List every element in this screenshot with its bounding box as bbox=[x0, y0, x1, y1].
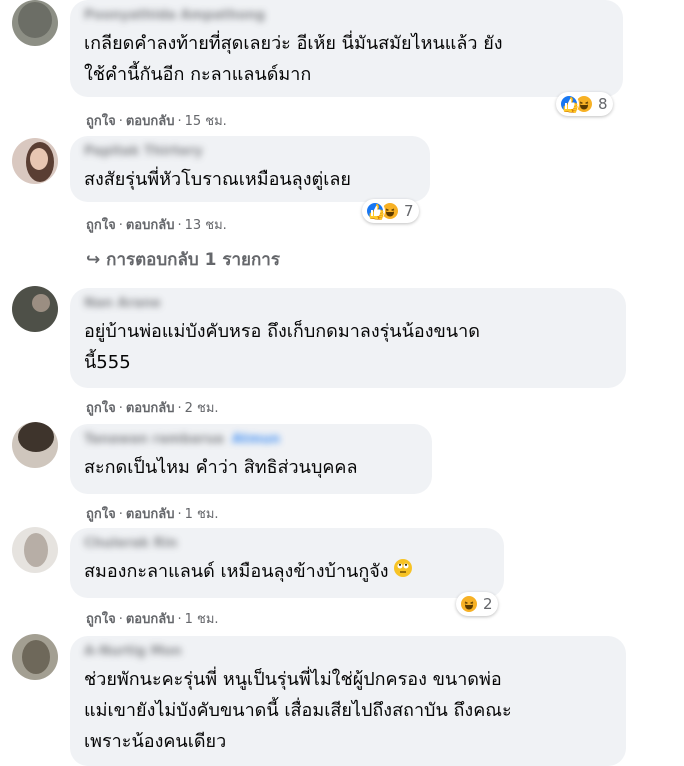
reply-link[interactable]: ตอบกลับ bbox=[126, 218, 175, 233]
like-icon bbox=[559, 94, 579, 114]
commenter-name[interactable]: Nan Arane bbox=[84, 296, 612, 312]
view-replies-link[interactable]: ↪ การตอบกลับ 1 รายการ bbox=[86, 246, 280, 273]
commenter-name[interactable]: A-Nurtig Mon bbox=[84, 644, 612, 660]
commenter-name[interactable]: Papitak Thirtery bbox=[84, 144, 416, 160]
comment-actions: ถูกใจ · ตอบกลับ · 1 ชม. bbox=[86, 612, 219, 627]
commenter-name-text[interactable]: Tanawan rambarua bbox=[84, 432, 224, 447]
comment-text: ช่วยพักนะคะรุ่นพี่ หนูเป็นรุ่นพี่ไม่ใช่ผ… bbox=[84, 669, 512, 752]
like-link[interactable]: ถูกใจ bbox=[86, 612, 116, 627]
like-link[interactable]: ถูกใจ bbox=[86, 507, 116, 522]
comment-actions: ถูกใจ · ตอบกลับ · 1 ชม. bbox=[86, 507, 219, 522]
reply-link[interactable]: ตอบกลับ bbox=[126, 114, 175, 129]
comment-bubble: Chulerak Rin สมองกะลาแลนด์ เหมือนลุงข้าง… bbox=[70, 528, 504, 598]
comment-actions: ถูกใจ · ตอบกลับ · 13 ชม. bbox=[86, 218, 227, 233]
avatar[interactable] bbox=[12, 286, 58, 332]
avatar[interactable] bbox=[12, 0, 58, 46]
reaction-count: 7 bbox=[404, 202, 414, 220]
haha-icon bbox=[459, 594, 479, 614]
avatar[interactable] bbox=[12, 422, 58, 468]
avatar[interactable] bbox=[12, 138, 58, 184]
comment-text: สมองกะลาแลนด์ เหมือนลุงข้างบ้านกูจัง bbox=[84, 556, 490, 588]
like-link[interactable]: ถูกใจ bbox=[86, 401, 116, 416]
reply-link[interactable]: ตอบกลับ bbox=[126, 612, 175, 627]
comment-bubble: Nan Arane อยู่บ้านพ่อแม่บังคับหรอ ถึงเก็… bbox=[70, 288, 626, 388]
comment-text: อยู่บ้านพ่อแม่บังคับหรอ ถึงเก็บกดมาลงรุ่… bbox=[84, 321, 480, 373]
timestamp[interactable]: 2 ชม. bbox=[185, 401, 219, 416]
comment-bubble: A-Nurtig Mon ช่วยพักนะคะรุ่นพี่ หนูเป็นร… bbox=[70, 636, 626, 766]
reply-link[interactable]: ตอบกลับ bbox=[126, 401, 175, 416]
reaction-count: 2 bbox=[483, 595, 493, 613]
comment-text: สงสัยรุ่นพี่หัวโบราณเหมือนลุงตู่เลย bbox=[84, 169, 351, 190]
like-link[interactable]: ถูกใจ bbox=[86, 218, 116, 233]
comment-bubble: Poonyathida Ampathong เกลียดคำลงท้ายที่ส… bbox=[70, 0, 623, 97]
tagged-user[interactable]: Atmun bbox=[232, 432, 280, 447]
reaction-summary[interactable]: 8 bbox=[556, 92, 613, 116]
reaction-summary[interactable]: 7 bbox=[362, 199, 419, 223]
commenter-name[interactable]: Chulerak Rin bbox=[84, 536, 490, 552]
timestamp[interactable]: 13 ชม. bbox=[185, 218, 227, 233]
avatar[interactable] bbox=[12, 634, 58, 680]
comment-text: สะกดเป็นไหม คำว่า สิทธิส่วนบุคคล bbox=[84, 457, 358, 478]
timestamp[interactable]: 15 ชม. bbox=[185, 114, 227, 129]
reaction-summary[interactable]: 2 bbox=[456, 592, 498, 616]
commenter-name[interactable]: Poonyathida Ampathong bbox=[84, 8, 609, 24]
commenter-name[interactable]: Tanawan rambarua Atmun bbox=[84, 432, 418, 448]
timestamp[interactable]: 1 ชม. bbox=[185, 612, 219, 627]
comment-bubble: Tanawan rambarua Atmun สะกดเป็นไหม คำว่า … bbox=[70, 424, 432, 494]
comment-bubble: Papitak Thirtery สงสัยรุ่นพี่หัวโบราณเหม… bbox=[70, 136, 430, 202]
like-link[interactable]: ถูกใจ bbox=[86, 114, 116, 129]
reply-link[interactable]: ตอบกลับ bbox=[126, 507, 175, 522]
comment-actions: ถูกใจ · ตอบกลับ · 2 ชม. bbox=[86, 401, 219, 416]
rolling-eyes-emoji bbox=[393, 557, 413, 588]
avatar[interactable] bbox=[12, 527, 58, 573]
comment-text-content: สมองกะลาแลนด์ เหมือนลุงข้างบ้านกูจัง bbox=[84, 561, 389, 582]
timestamp[interactable]: 1 ชม. bbox=[185, 507, 219, 522]
reaction-count: 8 bbox=[598, 95, 608, 113]
comment-actions: ถูกใจ · ตอบกลับ · 15 ชม. bbox=[86, 114, 227, 129]
like-icon bbox=[365, 201, 385, 221]
comment-text: เกลียดคำลงท้ายที่สุดเลยว่ะ อีเห้ย นี่มัน… bbox=[84, 33, 503, 85]
